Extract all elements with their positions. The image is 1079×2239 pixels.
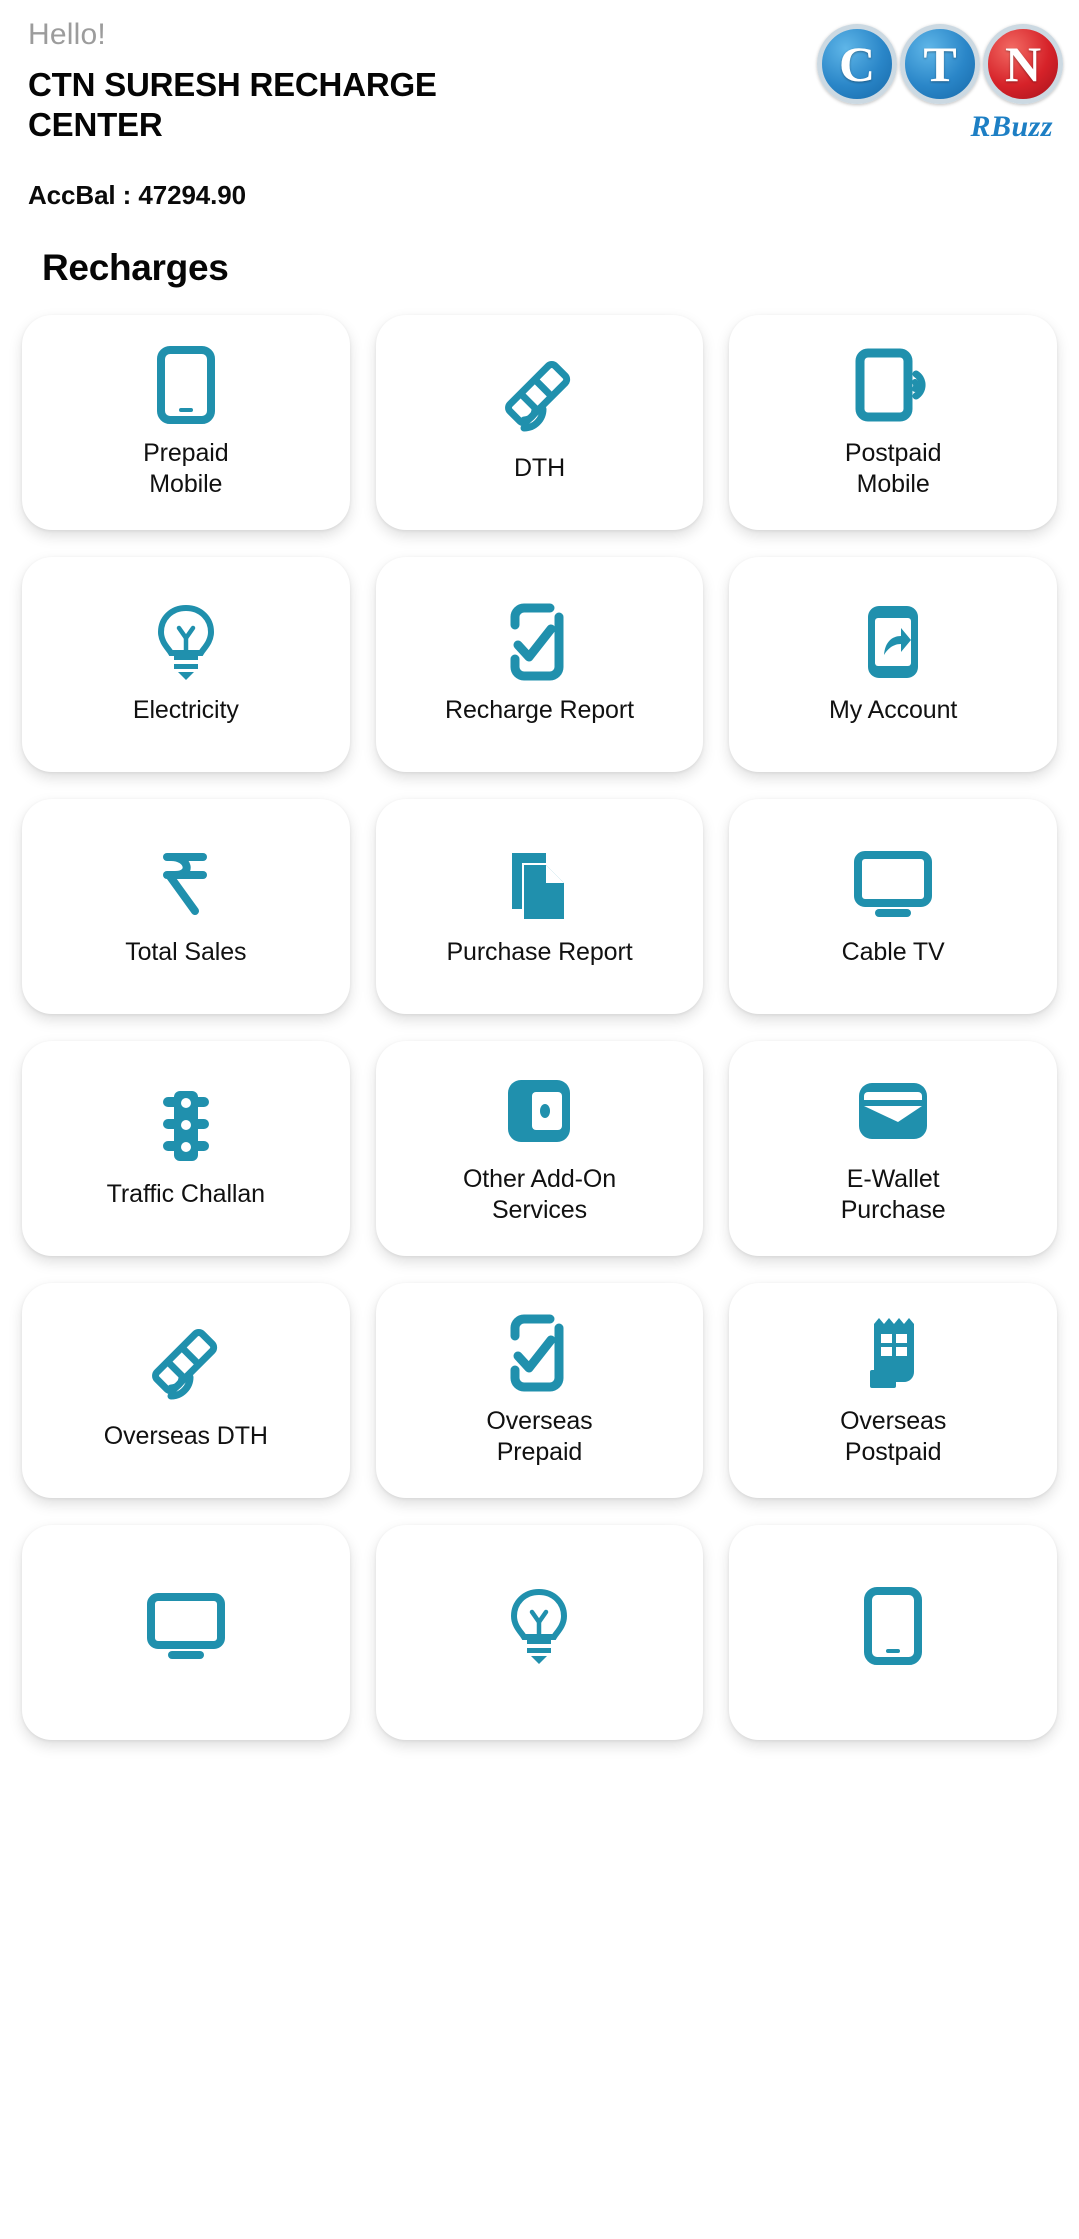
service-tile-label: My Account [829, 696, 958, 725]
service-tile[interactable]: DTH [375, 315, 704, 530]
logo-circle-c: C [817, 24, 897, 104]
service-tile[interactable]: Recharge Report [375, 557, 704, 772]
phone-check-icon [506, 1314, 572, 1392]
smartphone-signal-icon [854, 346, 932, 424]
documents-icon [504, 845, 574, 923]
phone-share-icon [864, 603, 922, 681]
service-tile[interactable]: Traffic Challan [22, 1041, 350, 1256]
service-tile[interactable]: Purchase Report [375, 799, 704, 1014]
page-title: CTN SURESH RECHARGE CENTER [28, 65, 437, 143]
satellite-icon [146, 1329, 226, 1407]
logo-letter-n: N [1004, 36, 1042, 92]
service-tile-label: Overseas DTH [103, 1422, 268, 1451]
lightbulb-icon [155, 603, 217, 681]
service-tile[interactable]: Cable TV [729, 799, 1057, 1014]
logo-circle-n: N [983, 24, 1063, 104]
service-tile[interactable] [22, 1525, 350, 1740]
service-tile-label: Electricity [132, 696, 239, 725]
ctn-rbuzz-logo: C T N RBuzz [811, 24, 1063, 143]
service-tile[interactable]: My Account [729, 557, 1057, 772]
service-tile[interactable]: E-Wallet Purchase [729, 1041, 1057, 1256]
service-tile[interactable]: Prepaid Mobile [22, 315, 350, 530]
service-tile[interactable]: Other Add-On Services [375, 1041, 704, 1256]
service-tile-label: E-Wallet Purchase [840, 1164, 946, 1224]
service-tile[interactable]: Overseas DTH [22, 1283, 350, 1498]
monitor-icon [854, 845, 933, 923]
card-wallet-icon [856, 1072, 930, 1150]
service-tile[interactable]: Overseas Prepaid [375, 1283, 704, 1498]
service-tile[interactable]: Electricity [22, 557, 350, 772]
logo-letter-t: T [923, 36, 957, 92]
service-tile-label: Other Add-On Services [462, 1164, 617, 1224]
service-tile-grid: Prepaid Mobile DTH Postpaid Mobile Elect… [0, 315, 1079, 1740]
logo-letter-c: C [838, 36, 876, 92]
service-tile-label: Postpaid Mobile [844, 438, 942, 498]
smartphone-icon [863, 1586, 923, 1665]
service-tile[interactable]: Total Sales [22, 799, 350, 1014]
service-tile-label: Recharge Report [445, 696, 634, 725]
monitor-icon [146, 1587, 225, 1665]
rupee-icon [157, 845, 215, 923]
service-tile-label: Traffic Challan [106, 1180, 265, 1209]
logo-subtitle: RBuzz [970, 110, 1053, 143]
satellite-icon [499, 361, 579, 439]
account-balance: AccBal : 47294.90 [28, 180, 247, 210]
wallet-icon [504, 1072, 574, 1150]
service-tile[interactable]: Postpaid Mobile [729, 315, 1057, 530]
recharge-home-screen: Hello! CTN SURESH RECHARGE CENTER C T N … [0, 0, 1079, 2239]
service-tile[interactable] [375, 1525, 704, 1740]
logo-circles: C T N [817, 24, 1063, 104]
service-tile-label: Cable TV [841, 938, 945, 967]
traffic-light-icon [156, 1087, 216, 1165]
app-header: Hello! CTN SURESH RECHARGE CENTER C T N … [0, 0, 1079, 170]
service-tile-label: Prepaid Mobile [143, 438, 229, 498]
receipt-icon [864, 1314, 922, 1392]
section-heading-recharges: Recharges [42, 247, 229, 288]
service-tile[interactable]: Overseas Postpaid [729, 1283, 1057, 1498]
logo-circle-t: T [900, 24, 980, 104]
smartphone-icon [156, 345, 216, 424]
lightbulb-icon [508, 1587, 570, 1665]
phone-check-icon [506, 603, 572, 681]
service-tile[interactable] [729, 1525, 1057, 1740]
service-tile-label: Overseas Postpaid [840, 1406, 947, 1466]
service-tile-label: DTH [513, 454, 566, 483]
service-tile-label: Overseas Prepaid [486, 1406, 593, 1466]
service-tile-label: Purchase Report [446, 938, 633, 967]
service-tile-label: Total Sales [125, 938, 247, 967]
